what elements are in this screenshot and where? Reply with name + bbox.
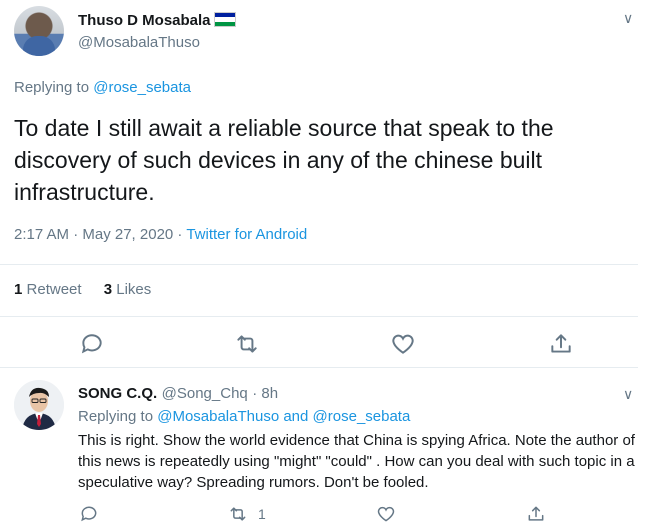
reply-replying-prefix: Replying to xyxy=(78,408,154,425)
reply-author-name[interactable]: SONG C.Q. xyxy=(78,385,157,402)
likes-count: 3 xyxy=(103,281,113,298)
reply-author-avatar[interactable] xyxy=(14,380,64,430)
divider xyxy=(0,316,638,317)
divider xyxy=(0,367,638,368)
author-handle[interactable]: @MosabalaThuso xyxy=(78,34,200,51)
retweet-stat[interactable]: 1 Retweet xyxy=(14,281,82,298)
chevron-down-icon[interactable]: ∨ xyxy=(623,386,633,403)
tweet-text: To date I still await a reliable source … xyxy=(14,115,554,205)
heart-icon[interactable] xyxy=(390,331,416,357)
replying-prefix: Replying to xyxy=(14,79,90,96)
likes-stat[interactable]: 3 Likes xyxy=(104,281,152,298)
retweet-icon[interactable] xyxy=(234,331,260,357)
reply-mention-link[interactable]: @MosabalaThuso and @rose_sebata xyxy=(157,408,410,425)
author-name[interactable]: Thuso D Mosabala xyxy=(78,12,211,29)
reply-replying-to: Replying to @MosabalaThuso and @rose_seb… xyxy=(78,408,410,425)
tweet-meta: 2:17 AM · May 27, 2020 · Twitter for And… xyxy=(14,226,307,243)
reply-retweet-count: 1 xyxy=(258,506,266,522)
reply-icon[interactable] xyxy=(79,331,105,357)
share-icon[interactable] xyxy=(548,331,574,357)
tweet-stats: 1 Retweet 3 Likes xyxy=(14,281,151,298)
tweet-timestamp[interactable]: 2:17 AM · May 27, 2020 · xyxy=(14,226,186,243)
reply-time[interactable]: · 8h xyxy=(252,385,278,402)
share-icon[interactable] xyxy=(526,504,546,524)
likes-label: Likes xyxy=(116,281,152,298)
retweet-count: 1 xyxy=(14,281,23,298)
replying-to: Replying to @rose_sebata xyxy=(14,79,191,96)
lesotho-flag-icon xyxy=(213,12,236,27)
tweet-source[interactable]: Twitter for Android xyxy=(186,226,307,243)
reply-header: SONG C.Q. @Song_Chq · 8h xyxy=(78,385,278,403)
reply-text: This is right. Show the world evidence t… xyxy=(78,432,635,491)
author-name-row[interactable]: Thuso D Mosabala xyxy=(78,12,236,30)
retweet-icon[interactable] xyxy=(228,504,248,524)
retweet-label: Retweet xyxy=(26,281,82,298)
reply-icon[interactable] xyxy=(79,504,99,524)
chevron-down-icon[interactable]: ∨ xyxy=(623,10,633,27)
mention-link[interactable]: @rose_sebata xyxy=(93,79,191,96)
divider xyxy=(0,264,638,265)
reply-author-handle[interactable]: @Song_Chq xyxy=(162,385,248,402)
heart-icon[interactable] xyxy=(376,504,396,524)
author-avatar[interactable] xyxy=(14,6,64,56)
